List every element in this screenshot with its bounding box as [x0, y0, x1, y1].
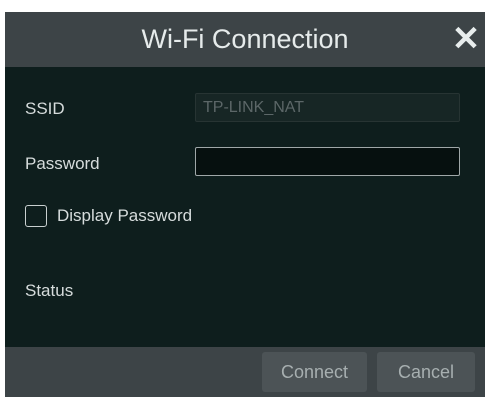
close-icon[interactable]: ✕: [451, 22, 481, 56]
ssid-field[interactable]: [195, 93, 460, 122]
connect-button[interactable]: Connect: [262, 352, 367, 392]
title-bar: Wi-Fi Connection ✕: [5, 12, 485, 67]
dialog-title: Wi-Fi Connection: [141, 24, 349, 54]
password-field[interactable]: [195, 147, 460, 176]
wifi-connection-dialog: Wi-Fi Connection ✕ SSID Password Display…: [5, 12, 485, 397]
dialog-footer: Connect Cancel: [5, 347, 485, 397]
display-password-label: Display Password: [57, 206, 193, 225]
password-label: Password: [25, 154, 100, 173]
ssid-label: SSID: [25, 99, 65, 118]
display-password-checkbox[interactable]: [25, 205, 47, 227]
cancel-button[interactable]: Cancel: [377, 352, 475, 392]
status-label: Status: [25, 281, 74, 300]
